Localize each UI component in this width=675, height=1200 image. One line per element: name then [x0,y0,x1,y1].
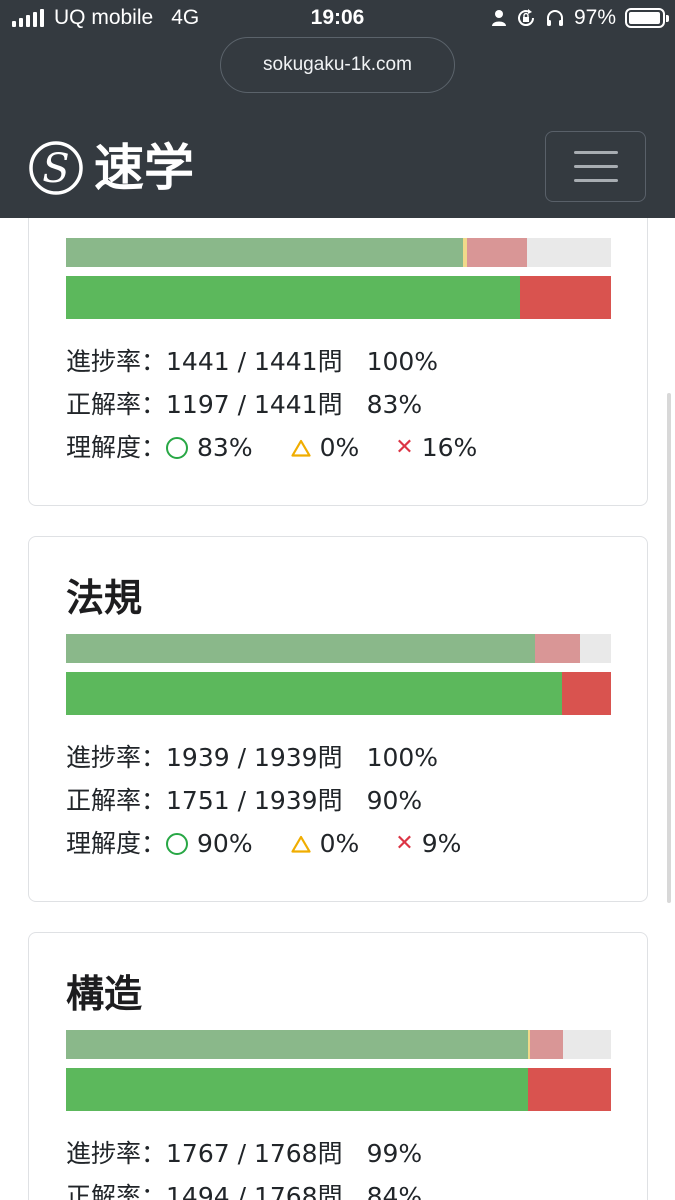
accuracy-value: 1197 / 1441問 [166,390,343,419]
url-text: sokugaku-1k.com [263,54,412,75]
triangle-icon [290,835,311,853]
hamburger-icon-line [573,179,618,182]
progress-percent: 99% [366,1139,423,1168]
subject-card-2: 法規 進捗率： 1939 / 1939問 100% 正解率： 1751 / 19… [28,536,648,902]
progress-percent: 100% [366,347,439,376]
accuracy-bar [66,672,611,715]
url-bar[interactable]: sokugaku-1k.com [220,37,455,93]
bar-seg-correct [66,672,562,715]
status-right: 97% [491,6,669,30]
accuracy-percent: 84% [366,1182,423,1200]
bar-seg-correct [66,276,520,319]
bar-seg-wrong [519,276,611,319]
subject-title: 法規 [66,576,143,620]
triangle-percent: 0% [319,829,360,858]
bar-seg-correct [66,634,535,663]
accuracy-value: 1751 / 1939問 [166,786,343,815]
hamburger-icon-line [573,151,618,154]
accuracy-row: 正解率： 1751 / 1939問 90% [66,779,461,822]
bar-seg-correct [66,1030,528,1059]
answer-status-bar [66,634,611,663]
app-header: UQ mobile 4G 19:06 97% sokugaku-1k.com S… [0,0,675,218]
bar-seg-wrong [534,634,580,663]
cross-icon: ✕ [395,435,414,460]
answer-status-bar [66,238,611,267]
progress-row: 進捗率： 1441 / 1441問 100% [66,340,477,383]
accuracy-value: 1494 / 1768問 [166,1182,343,1200]
accuracy-label: 正解率： [66,1182,167,1200]
person-icon [491,10,506,26]
battery-percent: 97% [573,6,616,29]
progress-value: 1939 / 1939問 [166,743,343,772]
menu-toggle-button[interactable] [545,131,646,202]
bar-seg-wrong [561,672,611,715]
progress-value: 1767 / 1768問 [166,1139,343,1168]
bar-seg-wrong [528,1068,611,1111]
status-bar: UQ mobile 4G 19:06 97% [0,0,675,38]
cross-percent: 16% [421,433,478,462]
accuracy-row: 正解率： 1494 / 1768問 84% [66,1175,422,1200]
accuracy-label: 正解率： [66,786,167,815]
accuracy-row: 正解率： 1197 / 1441問 83% [66,383,477,426]
circle-percent: 90% [197,829,253,858]
bar-seg-wrong [529,1030,564,1059]
stats-block: 進捗率： 1939 / 1939問 100% 正解率： 1751 / 1939問… [66,736,461,865]
understanding-label: 理解度： [66,829,167,858]
battery-icon [625,8,669,28]
accuracy-bar [66,276,611,319]
progress-value: 1441 / 1441問 [166,347,343,376]
circle-percent: 83% [197,433,253,462]
progress-percent: 100% [366,743,439,772]
stats-block: 進捗率： 1767 / 1768問 99% 正解率： 1494 / 1768問 … [66,1132,422,1200]
progress-label: 進捗率： [66,743,167,772]
triangle-percent: 0% [319,433,360,462]
brand-link[interactable]: S 速学 [28,138,194,198]
rotation-lock-icon [518,9,534,27]
understanding-row: 理解度： 83% 0% ✕ 16% [66,426,477,469]
accuracy-percent: 90% [366,786,423,815]
subject-card-3: 構造 進捗率： 1767 / 1768問 99% 正解率： 1494 / 176… [28,932,648,1200]
understanding-row: 理解度： 90% 0% ✕ 9% [66,822,461,865]
logo-letter: S [42,146,69,192]
progress-row: 進捗率： 1767 / 1768問 99% [66,1132,422,1175]
understanding-label: 理解度： [66,433,167,462]
progress-row: 進捗率： 1939 / 1939問 100% [66,736,461,779]
brand-name: 速学 [94,138,194,197]
accuracy-percent: 83% [366,390,423,419]
page-scrollbar[interactable] [667,393,671,903]
hamburger-icon-line [573,165,618,168]
triangle-icon [290,439,311,457]
cross-percent: 9% [421,829,462,858]
answer-status-bar [66,1030,611,1059]
circle-icon [166,832,189,855]
accuracy-label: 正解率： [66,390,167,419]
bar-seg-correct [66,1068,529,1111]
stats-block: 進捗率： 1441 / 1441問 100% 正解率： 1197 / 1441問… [66,340,477,469]
progress-label: 進捗率： [66,1139,167,1168]
accuracy-bar [66,1068,611,1111]
sokugaku-logo: S [29,141,83,195]
cross-icon: ✕ [395,831,414,856]
bar-seg-correct [66,238,464,267]
bar-seg-wrong [466,238,527,267]
progress-label: 進捗率： [66,347,167,376]
headphones-icon [546,10,563,26]
circle-icon [166,436,189,459]
subject-title: 構造 [66,972,143,1016]
